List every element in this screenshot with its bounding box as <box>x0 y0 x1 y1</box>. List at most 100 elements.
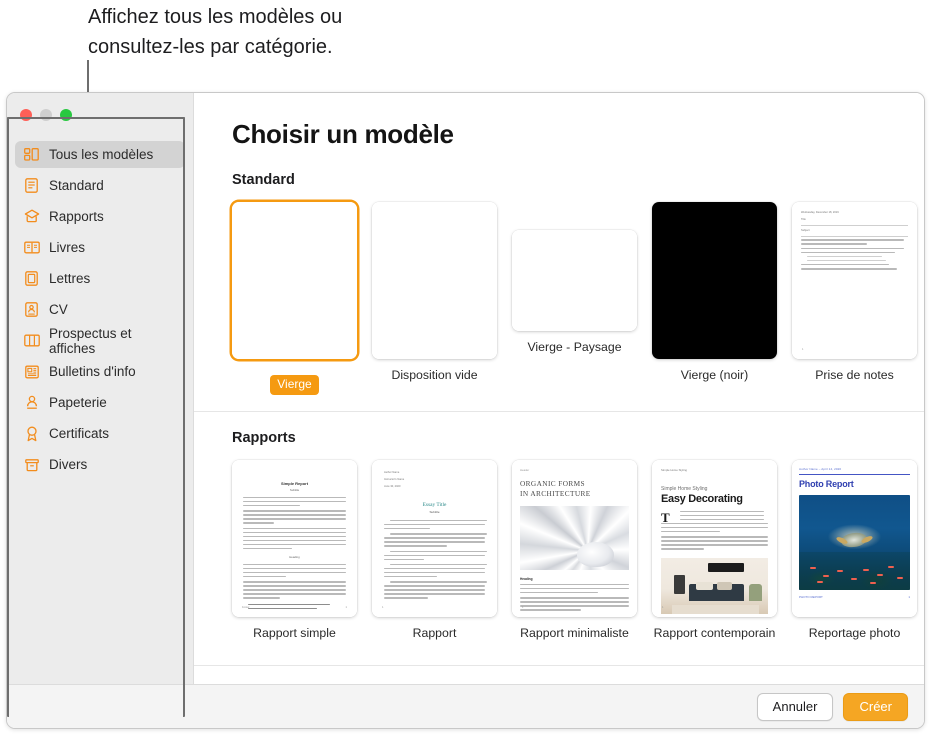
essay-body <box>384 520 485 599</box>
sidebar-item-rapports[interactable]: Rapports <box>15 203 185 230</box>
simple-report-body <box>243 497 346 549</box>
sidebar-item-label: Standard <box>49 178 104 193</box>
blank-document-preview <box>232 202 357 359</box>
architecture-kicker: Header <box>520 468 629 472</box>
essay-subtitle: Subtitle <box>384 510 485 514</box>
letter-icon <box>23 270 40 287</box>
sidebar-item-certificats[interactable]: Certificats <box>15 420 185 447</box>
simple-report-subtitle: Subtitle <box>243 488 346 492</box>
template-card-prise-de-notes[interactable]: Wednesday, December 18, 2019 Title Subje… <box>792 202 917 395</box>
stationery-icon <box>23 394 40 411</box>
plant-shape <box>749 584 762 601</box>
template-card-rapport-minimaliste[interactable]: Header ORGANIC FORMS IN ARCHITECTURE Hea… <box>512 460 637 641</box>
create-button[interactable]: Créer <box>843 693 908 721</box>
template-thumbnail[interactable]: Header ORGANIC FORMS IN ARCHITECTURE Hea… <box>512 460 637 617</box>
template-browser: Choisir un modèle Standard Vierge <box>193 93 924 684</box>
sidebar-item-tous-les-mod-les[interactable]: Tous les modèles <box>15 141 185 168</box>
sidebar-item-standard[interactable]: Standard <box>15 172 185 199</box>
template-label-wrap: Vierge <box>232 366 357 395</box>
home-styling-preview: Simple Home Styling Simple Home Styling … <box>652 460 777 617</box>
essay-date: June 30, 2020 <box>384 485 485 488</box>
pillow-shape <box>696 582 713 590</box>
template-card-disposition-vide[interactable]: Disposition vide <box>372 202 497 395</box>
sidebar-item-label: Tous les modèles <box>49 147 153 162</box>
template-scroll-area[interactable]: Choisir un modèle Standard Vierge <box>194 93 924 684</box>
sidebar-item-papeterie[interactable]: Papeterie <box>15 389 185 416</box>
template-label: Vierge (noir) <box>652 368 777 383</box>
template-thumbnail[interactable]: Simple Report Subtitle Heading <box>232 460 357 617</box>
pillow-shape-2 <box>717 582 732 589</box>
sidebar-item-label: Lettres <box>49 271 90 286</box>
page-number: 1 <box>662 606 663 609</box>
template-card-rapport-contemporain[interactable]: Simple Home Styling Simple Home Styling … <box>652 460 777 641</box>
callout-line-1: Affichez tous les modèles ou <box>88 2 508 32</box>
home-styling-sub: Simple Home Styling <box>661 486 768 492</box>
document-icon <box>23 177 40 194</box>
sidebar-item-cv[interactable]: CV <box>15 296 185 323</box>
template-card-reportage-photo[interactable]: Author Name – April 14, 2020 Photo Repor… <box>792 460 917 641</box>
template-card-rapport-simple[interactable]: Simple Report Subtitle Heading <box>232 460 357 641</box>
footer-label: Footer <box>242 606 250 609</box>
newsletter-icon <box>23 363 40 380</box>
template-card-vierge-paysage[interactable]: Vierge - Paysage <box>512 202 637 395</box>
simple-report-preview: Simple Report Subtitle Heading <box>232 460 357 617</box>
resume-icon <box>23 301 40 318</box>
cancel-button[interactable]: Annuler <box>757 693 834 721</box>
tv-shape <box>708 563 744 572</box>
architecture-preview: Header ORGANIC FORMS IN ARCHITECTURE Hea… <box>512 460 637 617</box>
template-thumbnail[interactable]: Simple Home Styling Simple Home Styling … <box>652 460 777 617</box>
template-card-vierge-noir[interactable]: Vierge (noir) <box>652 202 777 395</box>
essay-instructor: Instructor's Name <box>384 478 485 481</box>
sidebar-item-label: Rapports <box>49 209 104 224</box>
misc-icon <box>23 456 40 473</box>
blank-document-preview <box>372 202 497 359</box>
sidebar-item-prospectus-et-affiches[interactable]: Prospectus et affiches <box>15 327 185 354</box>
template-thumbnail[interactable] <box>372 202 497 359</box>
template-card-rapport[interactable]: Author Name Instructor's Name June 30, 2… <box>372 460 497 641</box>
sidebar-item-livres[interactable]: Livres <box>15 234 185 261</box>
home-styling-photo <box>661 558 768 614</box>
template-thumbnail[interactable] <box>232 202 357 359</box>
sidebar-item-label: Certificats <box>49 426 109 441</box>
page-number: 1 <box>522 606 523 609</box>
sidebar-item-label: CV <box>49 302 68 317</box>
close-button[interactable] <box>20 109 32 121</box>
template-label-selected: Vierge <box>270 375 318 395</box>
template-label: Rapport contemporain <box>652 626 777 641</box>
template-thumbnail[interactable]: Wednesday, December 18, 2019 Title Subje… <box>792 202 917 359</box>
sidebar-item-bulletins-d-info[interactable]: Bulletins d'info <box>15 358 185 385</box>
page-number: 1 <box>802 348 803 351</box>
minimize-button[interactable] <box>40 109 52 121</box>
template-thumbnail[interactable]: Author Name – April 14, 2020 Photo Repor… <box>792 460 917 617</box>
sidebar-item-label: Prospectus et affiches <box>49 326 177 356</box>
home-styling-dropcap: T <box>661 512 670 523</box>
architecture-photo <box>520 506 629 570</box>
sidebar-item-lettres[interactable]: Lettres <box>15 265 185 292</box>
template-thumbnail[interactable]: Author Name Instructor's Name June 30, 2… <box>372 460 497 617</box>
template-thumbnail[interactable] <box>512 230 637 331</box>
photo-report-rule <box>799 474 910 475</box>
report-icon <box>23 208 40 225</box>
blank-landscape-preview <box>512 230 637 331</box>
template-label: Reportage photo <box>792 626 917 641</box>
book-icon <box>23 239 40 256</box>
page-number: 1 <box>346 606 347 609</box>
architecture-body <box>520 584 629 611</box>
home-styling-body: T <box>661 511 768 552</box>
sidebar-item-label: Bulletins d'info <box>49 364 136 379</box>
certificate-icon <box>23 425 40 442</box>
simple-report-title: Simple Report <box>243 481 346 486</box>
sidebar-item-label: Divers <box>49 457 87 472</box>
simple-report-heading: Heading <box>243 555 346 559</box>
architecture-title-line2: IN ARCHITECTURE <box>520 489 629 499</box>
notes-rule <box>801 225 908 226</box>
sidebar-item-divers[interactable]: Divers <box>15 451 185 478</box>
notes-title: Title <box>801 218 908 221</box>
architecture-title-line1: ORGANIC FORMS <box>520 479 629 489</box>
notes-document-preview: Wednesday, December 18, 2019 Title Subje… <box>792 202 917 359</box>
template-thumbnail[interactable] <box>652 202 777 359</box>
template-card-vierge[interactable]: Vierge <box>232 202 357 395</box>
notes-rule-2 <box>801 236 908 237</box>
page-number: 1 <box>382 606 383 609</box>
zoom-button[interactable] <box>60 109 72 121</box>
